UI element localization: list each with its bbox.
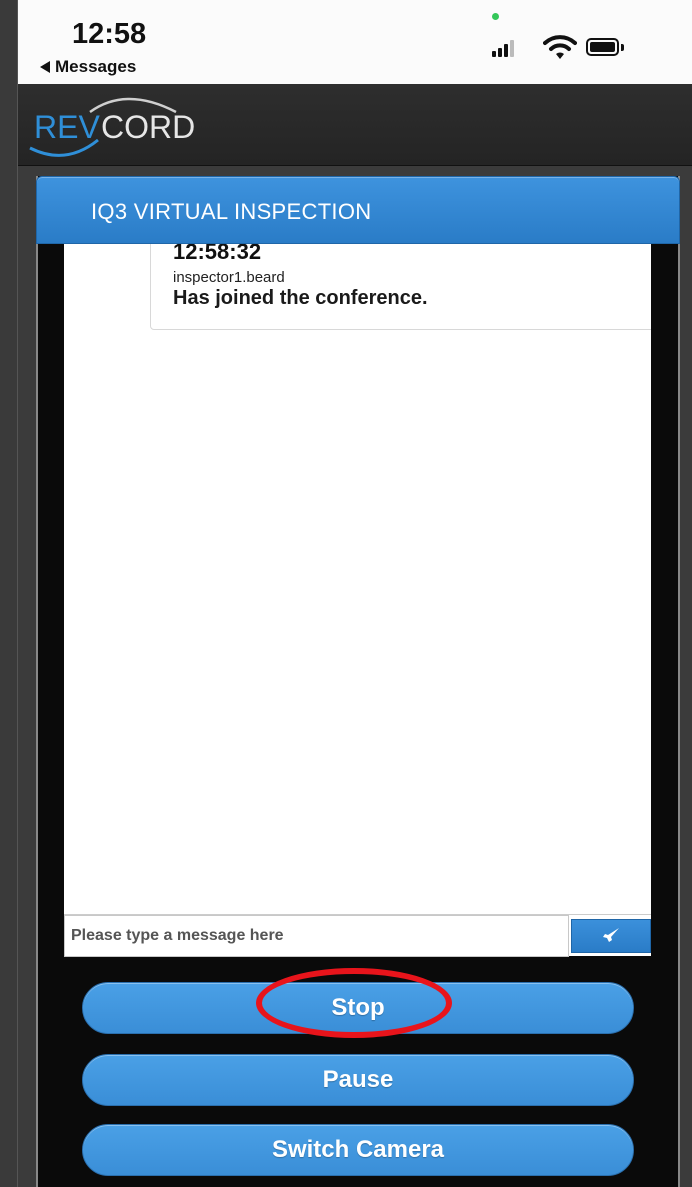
stop-button[interactable]: Stop (82, 982, 634, 1034)
pause-button[interactable]: Pause (82, 1054, 634, 1106)
back-label: Messages (55, 57, 137, 76)
status-bar: 12:58 Messages (18, 0, 692, 84)
message-input[interactable] (64, 915, 569, 957)
wifi-icon (543, 35, 577, 59)
message-text: Has joined the conference. (173, 287, 428, 309)
message-user: inspector1.beard (173, 269, 285, 286)
chat-area[interactable]: 12:58:32 inspector1.beard Has joined the… (64, 244, 651, 914)
privacy-indicator-icon (492, 13, 499, 20)
switch-camera-button[interactable]: Switch Camera (82, 1124, 634, 1176)
chat-message: 12:58:32 inspector1.beard Has joined the… (150, 244, 651, 330)
revcord-logo: REV CORD (29, 97, 195, 157)
battery-cap (621, 44, 624, 51)
back-to-messages[interactable]: Messages (40, 57, 136, 77)
message-input-row (64, 914, 651, 957)
battery-icon (586, 38, 619, 56)
svg-text:REV: REV (34, 109, 100, 145)
svg-text:CORD: CORD (101, 109, 195, 145)
left-edge (0, 0, 18, 1187)
cellular-signal-icon (492, 39, 516, 57)
app-header: REV CORD (18, 84, 692, 166)
panel-title-bar: IQ3 VIRTUAL INSPECTION (36, 176, 680, 244)
rocket-send-icon (603, 928, 619, 942)
panel-title: IQ3 VIRTUAL INSPECTION (91, 199, 372, 224)
send-button[interactable] (571, 919, 651, 953)
back-arrow-icon (40, 61, 50, 73)
status-time: 12:58 (72, 18, 147, 50)
message-time: 12:58:32 (173, 244, 262, 264)
